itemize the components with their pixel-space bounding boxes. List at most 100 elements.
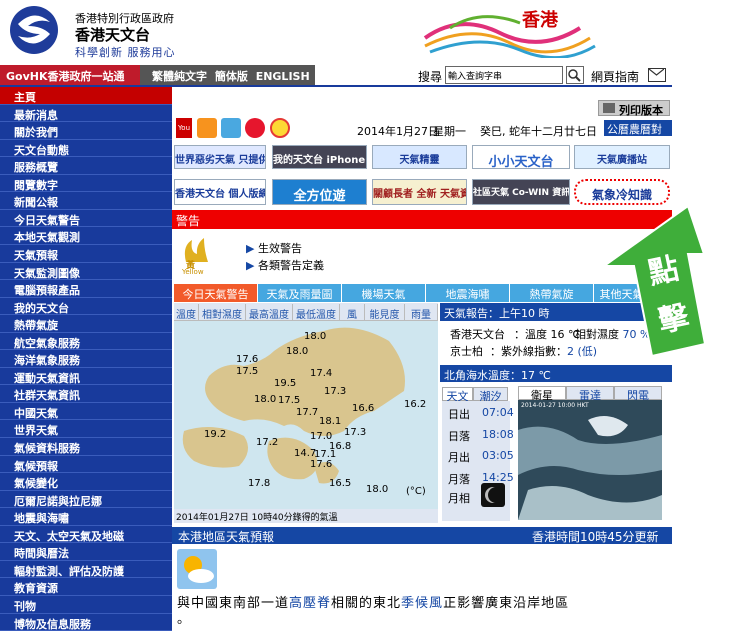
tab-airport[interactable]: 機場天氣 — [342, 284, 426, 302]
sidebar-item-28[interactable]: 教育資源 — [0, 578, 172, 596]
temp-reading: 17.7 — [296, 407, 319, 418]
temp-reading: 17.3 — [344, 427, 367, 438]
sidebar-item-9[interactable]: 天氣預報 — [0, 245, 172, 263]
banner-weather-broadcast[interactable]: 天氣廣播站 — [574, 145, 670, 169]
sidebar-item-30[interactable]: 博物及信息服務 — [0, 614, 172, 632]
sidebar-item-8[interactable]: 本地天氣觀測 — [0, 227, 172, 245]
tab-lightning[interactable]: 閃電 — [614, 386, 662, 402]
twitter-icon[interactable] — [221, 118, 241, 138]
banner-personal-site[interactable]: 香港天文台 個人版網站 — [174, 179, 266, 205]
subtab-max[interactable]: 最高溫度 — [246, 304, 293, 321]
sidebar-item-13[interactable]: 熱帶氣旋 — [0, 315, 172, 333]
satellite-image[interactable]: 2014-01-27 10:00 HKT — [518, 400, 662, 520]
temp-reading: 17.4 — [310, 368, 333, 379]
banner-weather-wizard[interactable]: 天氣精靈 — [372, 145, 467, 169]
gov-bar: GovHK香港政府一站通 繁體純文字 簡体版 ENGLISH 搜尋 網頁指南 — [0, 65, 750, 86]
sidebar-item-7[interactable]: 今日天氣警告 — [0, 210, 172, 228]
print-button[interactable]: 列印版本 — [598, 100, 670, 117]
search-button[interactable] — [566, 66, 584, 84]
temp-reading: 17.8 — [248, 478, 271, 489]
sidebar-item-26[interactable]: 時間與曆法 — [0, 543, 172, 561]
astro-label: 月出 — [448, 451, 470, 464]
link-ridge[interactable]: 高壓脊 — [289, 596, 331, 611]
sunny-periods-icon — [177, 549, 217, 589]
sidebar-item-27[interactable]: 輻射監測、評估及防護 — [0, 561, 172, 579]
subtab-rh[interactable]: 相對濕度 — [199, 304, 246, 321]
arrow-right-icon: ▶ — [246, 259, 258, 272]
lang-simplified[interactable]: 簡体版 — [215, 70, 248, 83]
tab-astro[interactable]: 天文 — [442, 387, 473, 403]
lang-english[interactable]: ENGLISH — [256, 70, 310, 83]
banner-elderly[interactable]: 關顧長者 全新 天氣資訊 — [372, 179, 467, 205]
subtab-min[interactable]: 最低溫度 — [293, 304, 340, 321]
sidebar-item-12[interactable]: 我的天文台 — [0, 298, 172, 316]
sidebar-item-11[interactable]: 電腦預報產品 — [0, 280, 172, 298]
temp-reading: 17.5 — [236, 366, 259, 377]
sidebar-item-25[interactable]: 天文、太空天氣及地磁 — [0, 526, 172, 544]
tab-weather-rain[interactable]: 天氣及雨量圖 — [258, 284, 342, 302]
sidebar-item-22[interactable]: 氣候變化 — [0, 473, 172, 491]
smiley-icon[interactable] — [270, 118, 290, 138]
warning-link-definitions[interactable]: ▶ 各類警告定義 — [246, 257, 324, 273]
banner-weather-trivia[interactable]: 氣象冷知識 — [574, 179, 670, 205]
govhk-link[interactable]: GovHK香港政府一站通 — [0, 65, 140, 85]
sidebar-item-6[interactable]: 新聞公報 — [0, 192, 172, 210]
moon-phase-icon — [481, 483, 505, 507]
subtab-visibility[interactable]: 能見度 — [365, 304, 405, 321]
banner-myobs-iphone[interactable]: 我的天文台 iPhone 版 — [272, 145, 367, 169]
banner-cowin[interactable]: 社區天氣 Co-WIN 資訊網絡 — [472, 179, 570, 205]
banner-little-observatory[interactable]: 小小天文台 — [472, 145, 570, 169]
temp-reading: 16.6 — [352, 403, 375, 414]
sidebar-item-24[interactable]: 地震與海嘯 — [0, 508, 172, 526]
sidebar-item-4[interactable]: 服務概覽 — [0, 157, 172, 175]
hko-logo-icon[interactable] — [8, 4, 60, 56]
subtab-temp[interactable]: 溫度 — [174, 304, 199, 321]
sidebar-item-17[interactable]: 社群天氣資訊 — [0, 385, 172, 403]
tab-earthquake[interactable]: 地震海嘯 — [426, 284, 510, 302]
sidebar-item-21[interactable]: 氣候預報 — [0, 456, 172, 474]
sidebar-item-3[interactable]: 天文台動態 — [0, 140, 172, 158]
warning-link-active[interactable]: ▶ 生效警告 — [246, 240, 302, 256]
sidebar-item-5[interactable]: 閱覽數字 — [0, 175, 172, 193]
date-text: 2014年1月27日 — [357, 125, 439, 138]
temp-reading: 18.0 — [304, 331, 327, 342]
weibo-icon[interactable] — [245, 118, 265, 138]
yellow-warning-icon[interactable]: 黃 Yellow — [178, 236, 216, 276]
rss-icon[interactable] — [197, 118, 217, 138]
link-monsoon[interactable]: 季候風 — [401, 596, 443, 611]
mail-icon[interactable] — [648, 68, 666, 82]
sidebar-item-2[interactable]: 關於我們 — [0, 122, 172, 140]
sidebar-item-14[interactable]: 航空氣象服務 — [0, 333, 172, 351]
temperature-map[interactable]: 18.0 18.0 17.6 17.5 17.4 19.5 17.3 17.5 18.0 16.6… — [174, 321, 438, 509]
almanac-button[interactable]: 公曆農曆對照 — [604, 120, 672, 152]
lang-text-only[interactable]: 繁體純文字 — [152, 70, 207, 83]
site-name: 香港天文台 — [75, 26, 151, 44]
sidebar-item-23[interactable]: 厄爾尼諾與拉尼娜 — [0, 491, 172, 509]
banner-world-weather[interactable]: 世界惡劣天氣 只提供英文版 — [174, 145, 266, 169]
banner-all-round[interactable]: 全方位遊 — [272, 179, 367, 205]
sidebar-item-15[interactable]: 海洋氣象服務 — [0, 350, 172, 368]
youtube-icon[interactable]: You — [176, 118, 192, 138]
subtab-rain[interactable]: 雨量 — [405, 304, 438, 321]
sidebar-item-0[interactable]: 主頁 — [0, 87, 172, 105]
tab-satellite[interactable]: 衛星 — [518, 386, 566, 402]
brand-hk-icon — [423, 15, 596, 58]
sidebar-item-29[interactable]: 刊物 — [0, 596, 172, 614]
tab-warnings[interactable]: 今日天氣警告 — [174, 284, 258, 302]
sidebar-item-16[interactable]: 運動天氣資訊 — [0, 368, 172, 386]
tab-tide[interactable]: 潮汐 — [473, 387, 508, 403]
sidebar-item-19[interactable]: 世界天氣 — [0, 420, 172, 439]
sidebar-item-20[interactable]: 氣候資料服務 — [0, 438, 172, 456]
tab-cyclone[interactable]: 熱帶氣旋 — [510, 284, 594, 302]
sidebar-item-10[interactable]: 天氣監測圖像 — [0, 263, 172, 281]
temp-reading: 18.0 — [254, 394, 277, 405]
sidebar-item-1[interactable]: 最新消息 — [0, 105, 172, 123]
search-input[interactable] — [445, 66, 563, 84]
click-promo-arrow[interactable]: 點 擊 — [600, 204, 708, 358]
astro-label: 月落 — [448, 472, 470, 486]
sidebar-item-18[interactable]: 中國天氣 — [0, 403, 172, 421]
site-index-link[interactable]: 網頁指南 — [591, 68, 639, 85]
tab-radar[interactable]: 雷達 — [566, 386, 614, 402]
subtab-wind[interactable]: 風 — [340, 304, 365, 321]
temp-reading: 18.0 — [286, 346, 309, 357]
